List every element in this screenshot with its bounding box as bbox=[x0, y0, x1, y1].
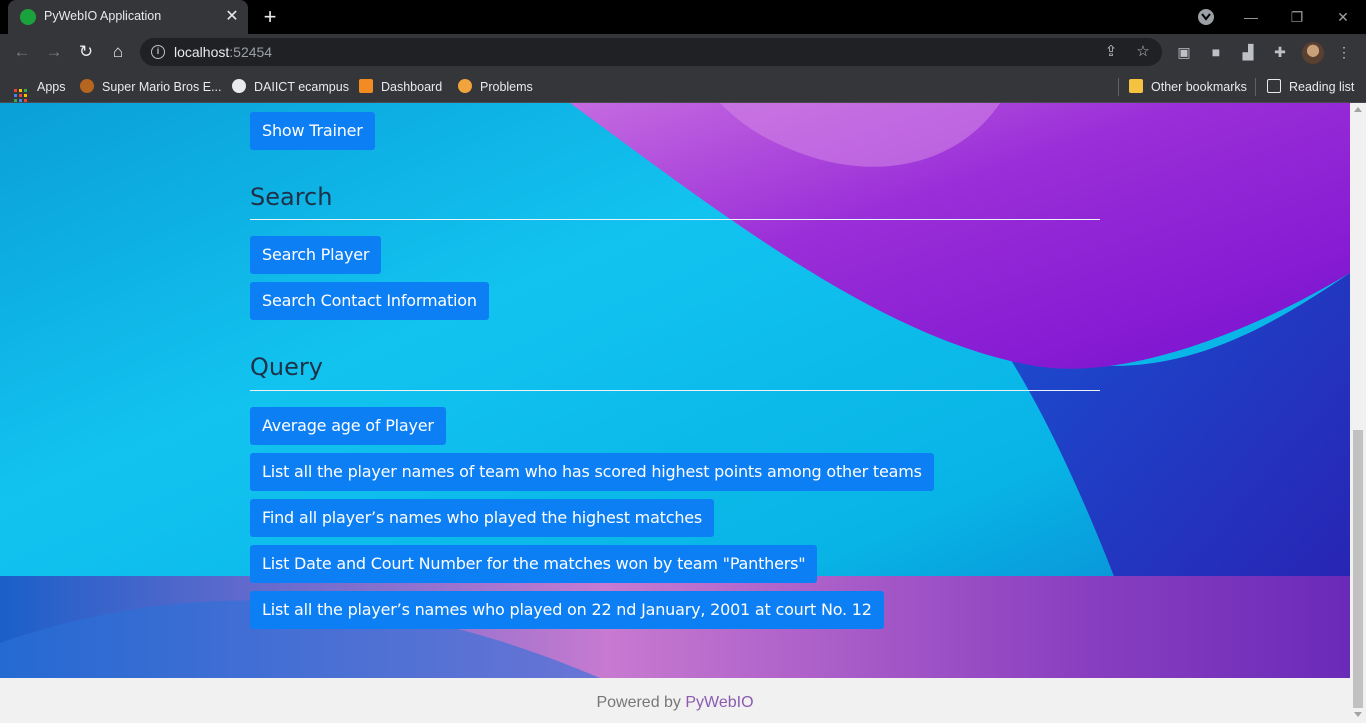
minimize-icon[interactable]: — bbox=[1228, 4, 1274, 30]
extensions-puzzle-icon[interactable]: ✚ bbox=[1270, 42, 1290, 62]
average-age-button[interactable]: Average age of Player bbox=[250, 407, 446, 445]
show-trainer-button[interactable]: Show Trainer bbox=[250, 112, 375, 150]
cast-icon[interactable]: ▣ bbox=[1174, 42, 1194, 62]
bookmark-daiict[interactable]: DAIICT ecampus bbox=[232, 77, 349, 97]
site-info-icon[interactable]: i bbox=[151, 45, 165, 59]
section-heading-search: Search bbox=[250, 183, 333, 211]
analytics-icon[interactable]: ▟ bbox=[1238, 42, 1258, 62]
menu-icon[interactable]: ⋮ bbox=[1334, 42, 1354, 62]
court-12-players-button[interactable]: List all the player’s names who played o… bbox=[250, 591, 884, 629]
folder-icon bbox=[1129, 79, 1143, 93]
search-player-button[interactable]: Search Player bbox=[250, 236, 382, 274]
browser-toolbar: ← → ↻ ⌂ i localhost:52454 ⇪ ☆ ▣ ■ ▟ ✚ ⋮ bbox=[0, 34, 1366, 70]
profile-avatar[interactable] bbox=[1302, 42, 1324, 64]
bookmarks-divider-2 bbox=[1255, 78, 1256, 96]
tab-favicon-icon bbox=[20, 9, 36, 25]
scroll-down-icon[interactable] bbox=[1354, 712, 1362, 717]
search-contact-button[interactable]: Search Contact Information bbox=[250, 282, 489, 320]
bookmark-star-icon[interactable]: ☆ bbox=[1133, 42, 1153, 62]
bookmarks-divider bbox=[1118, 78, 1119, 96]
scrollbar-thumb[interactable] bbox=[1353, 430, 1363, 708]
bookmarks-bar: Apps Super Mario Bros E... DAIICT ecampu… bbox=[0, 70, 1366, 103]
tab-search-icon[interactable] bbox=[1198, 9, 1214, 25]
globe-icon bbox=[232, 79, 246, 93]
bookmark-other[interactable]: Other bookmarks bbox=[1129, 77, 1247, 97]
section-divider bbox=[250, 390, 1100, 391]
bookmark-dashboard[interactable]: Dashboard bbox=[359, 77, 442, 97]
highest-points-team-button[interactable]: List all the player names of team who ha… bbox=[250, 453, 934, 491]
tab-title: PyWebIO Application bbox=[44, 9, 162, 23]
pywebio-link[interactable]: PyWebIO bbox=[685, 694, 753, 711]
forward-icon[interactable]: → bbox=[42, 40, 66, 64]
title-bar: PyWebIO Application ✕ + — ❐ ✕ bbox=[0, 0, 1366, 34]
extension-icon[interactable]: ■ bbox=[1206, 42, 1226, 62]
apps-grid-icon bbox=[14, 89, 27, 102]
footer-text: Powered by bbox=[596, 694, 686, 711]
scroll-up-icon[interactable] bbox=[1354, 107, 1362, 112]
tab-close-icon[interactable]: ✕ bbox=[222, 7, 242, 27]
problems-icon bbox=[458, 79, 472, 93]
home-icon[interactable]: ⌂ bbox=[106, 40, 130, 64]
mario-icon bbox=[80, 79, 94, 93]
browser-tab[interactable]: PyWebIO Application ✕ bbox=[8, 0, 248, 34]
back-icon[interactable]: ← bbox=[10, 40, 34, 64]
section-divider bbox=[250, 219, 1100, 220]
page-footer: Powered by PyWebIO bbox=[0, 678, 1350, 723]
bookmark-mario[interactable]: Super Mario Bros E... bbox=[80, 77, 222, 97]
reload-icon[interactable]: ↻ bbox=[74, 40, 98, 64]
restore-icon[interactable]: ❐ bbox=[1274, 4, 1320, 30]
bookmark-problems[interactable]: Problems bbox=[458, 77, 533, 97]
url-text[interactable]: localhost:52454 bbox=[174, 44, 272, 60]
address-bar[interactable]: i localhost:52454 ⇪ ☆ bbox=[140, 38, 1162, 66]
page-viewport: Show Trainer Search Search Player Search… bbox=[0, 103, 1350, 723]
panthers-matches-button[interactable]: List Date and Court Number for the match… bbox=[250, 545, 818, 583]
reading-list-icon bbox=[1267, 79, 1281, 93]
share-icon[interactable]: ⇪ bbox=[1101, 42, 1121, 62]
page-scrollbar[interactable] bbox=[1350, 103, 1366, 723]
section-heading-query: Query bbox=[250, 353, 323, 381]
highest-matches-button[interactable]: Find all player’s names who played the h… bbox=[250, 499, 715, 537]
reading-list-button[interactable]: Reading list bbox=[1267, 77, 1354, 97]
bookmark-apps[interactable]: Apps bbox=[14, 77, 66, 102]
dashboard-icon bbox=[359, 79, 373, 93]
close-window-icon[interactable]: ✕ bbox=[1320, 4, 1366, 30]
new-tab-icon[interactable]: + bbox=[258, 5, 282, 29]
